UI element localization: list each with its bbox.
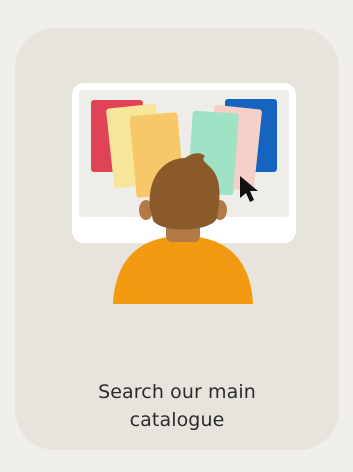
card-title-line-1: Search our main [98,381,256,403]
page: Search our main catalogue [0,0,353,472]
card-title-line-2: catalogue [129,409,225,431]
search-catalogue-card[interactable]: Search our main catalogue [15,28,339,450]
card-title: Search our main catalogue [15,378,339,434]
person-at-computer-illustration [15,28,339,318]
person-shirt [113,236,253,304]
